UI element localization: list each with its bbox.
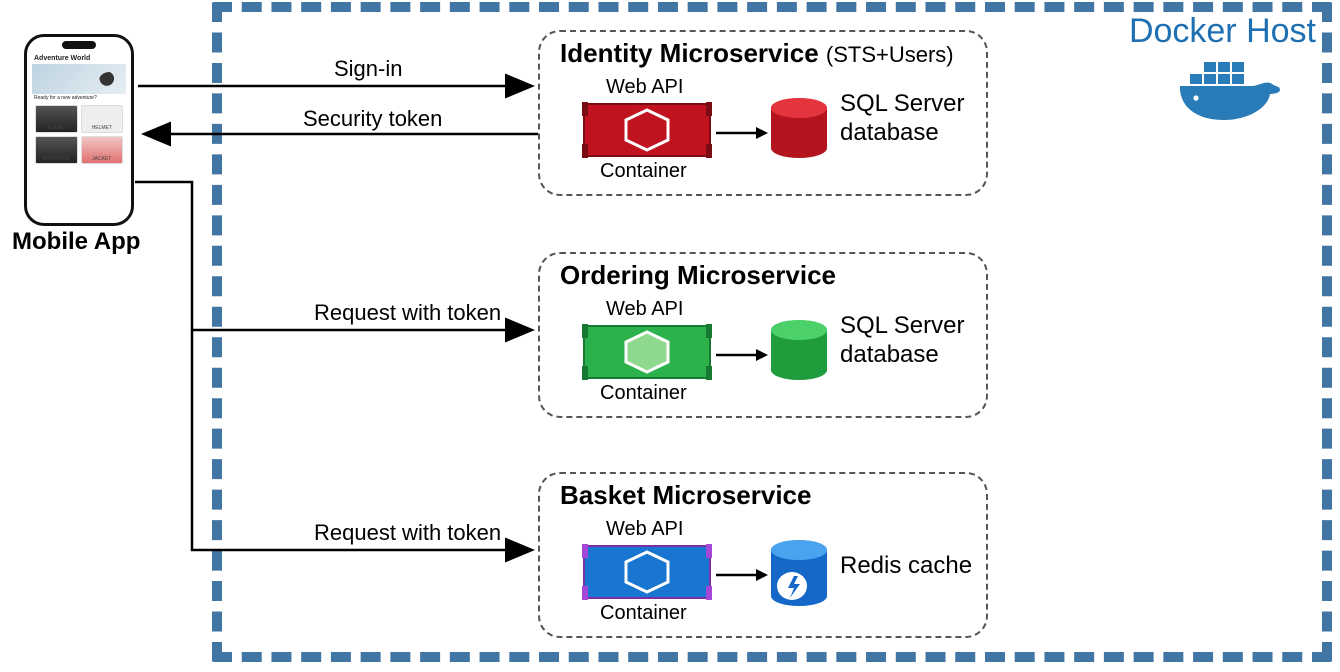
basket-microservice-box: Basket Microservice Web API Container (538, 472, 988, 638)
phone-product-item: ADIDAS (35, 105, 78, 133)
ordering-db-label: SQL Serverdatabase (840, 312, 965, 370)
identity-microservice-box: Identity Microservice (STS+Users) Web AP… (538, 30, 988, 196)
ordering-title-text: Ordering Microservice (560, 260, 836, 290)
identity-inner-arrow-icon (716, 126, 768, 145)
mobile-app-label: Mobile App (12, 228, 140, 256)
request-token-label-2: Request with token (314, 520, 501, 546)
identity-container-icon (582, 102, 712, 158)
basket-title: Basket Microservice (560, 480, 811, 511)
identity-subtitle: (STS+Users) (826, 42, 954, 67)
basket-container-icon (582, 544, 712, 600)
identity-db-label: SQL Serverdatabase (840, 90, 965, 148)
basket-webapi-label: Web API (606, 518, 683, 541)
signin-label: Sign-in (334, 56, 402, 82)
ordering-webapi-label: Web API (606, 298, 683, 321)
phone-hero-image (32, 64, 126, 94)
phone-product-item: HELMET (81, 105, 124, 133)
ordering-container-label: Container (600, 382, 687, 405)
request-token-label-1: Request with token (314, 300, 501, 326)
docker-whale-icon (1172, 56, 1282, 131)
ordering-inner-arrow-icon (716, 348, 768, 367)
basket-db-label: Redis cache (840, 552, 972, 581)
identity-container-label: Container (600, 160, 687, 183)
identity-database-icon (768, 96, 830, 171)
docker-host-label: Docker Host (1129, 12, 1316, 51)
ordering-title: Ordering Microservice (560, 260, 836, 291)
basket-title-text: Basket Microservice (560, 480, 811, 510)
diagram-canvas: Docker Host Adventure World Ready for a … (0, 0, 1340, 672)
security-token-label: Security token (303, 106, 442, 132)
ordering-microservice-box: Ordering Microservice Web API Container (538, 252, 988, 418)
phone-app-title: Adventure World (32, 53, 126, 62)
phone-product-item: JACKET (81, 136, 124, 164)
phone-product-item: BACKPACK (35, 136, 78, 164)
mobile-phone-illustration: Adventure World Ready for a new adventur… (24, 34, 134, 226)
identity-title-text: Identity Microservice (560, 38, 819, 68)
identity-webapi-label: Web API (606, 76, 683, 99)
basket-container-label: Container (600, 602, 687, 625)
ordering-container-icon (582, 324, 712, 380)
basket-inner-arrow-icon (716, 568, 768, 587)
phone-hero-caption: Ready for a new adventure? (32, 94, 126, 102)
basket-redis-icon (768, 538, 830, 619)
identity-title: Identity Microservice (STS+Users) (560, 38, 954, 69)
ordering-database-icon (768, 318, 830, 393)
